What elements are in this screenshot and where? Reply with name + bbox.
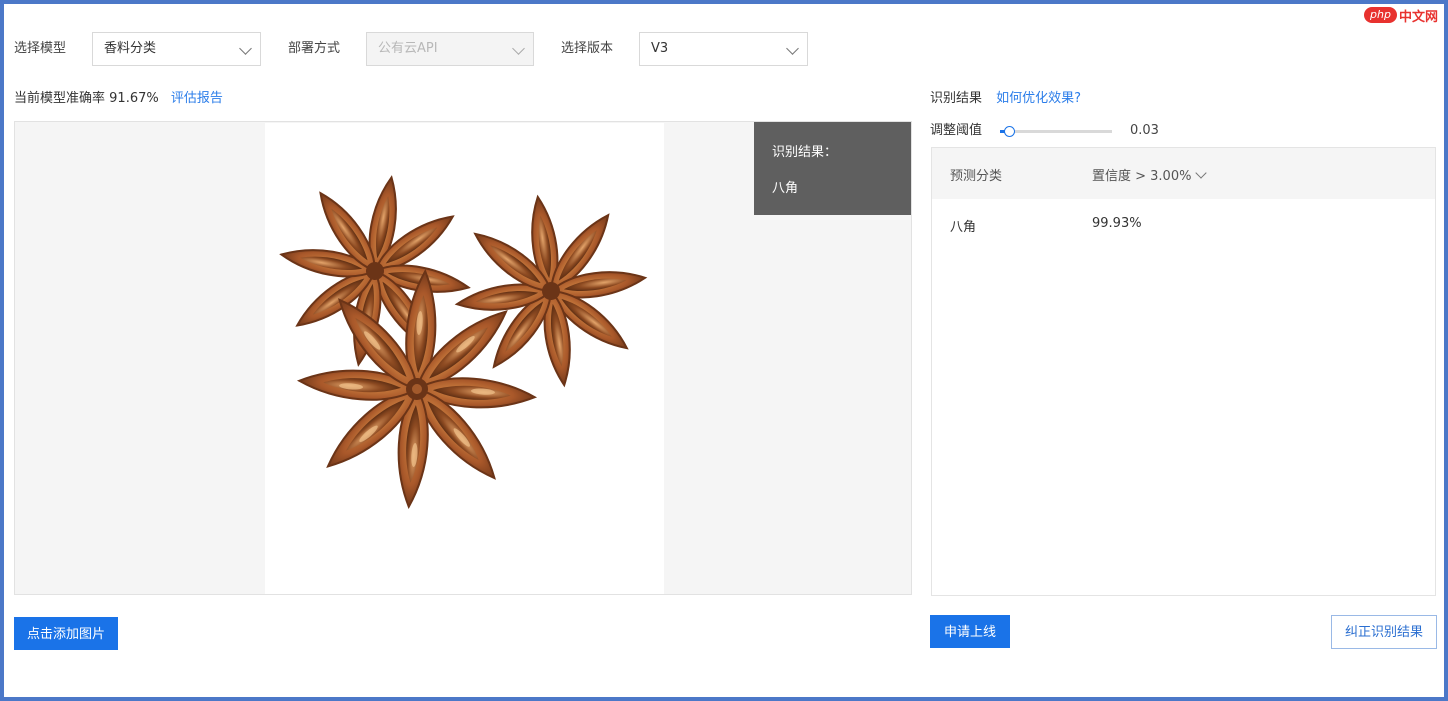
model-select-label: 选择模型	[14, 41, 67, 56]
chevron-down-icon	[512, 42, 525, 55]
watermark-logo: php	[1364, 7, 1397, 23]
overlay-result: 八角	[772, 181, 799, 196]
app-frame: php 中文网 选择模型 香料分类 部署方式 公有云API 选择版本 V3 当前…	[0, 0, 1448, 701]
apply-online-button[interactable]: 申请上线	[930, 615, 1010, 648]
site-watermark: php 中文网	[1364, 6, 1438, 25]
results-table: 预测分类 置信度 > 3.00% 八角 99.93%	[931, 147, 1436, 596]
optimize-help-link[interactable]: 如何优化效果?	[996, 91, 1081, 106]
column-header-class: 预测分类	[950, 169, 1003, 184]
overlay-title: 识别结果：	[772, 145, 838, 160]
deploy-select-label: 部署方式	[288, 41, 341, 56]
accuracy-value: 91.67%	[109, 91, 159, 106]
version-select-value: V3	[651, 41, 669, 56]
correct-result-button[interactable]: 纠正识别结果	[1331, 615, 1437, 649]
results-title: 识别结果	[930, 91, 983, 106]
threshold-label: 调整阈值	[930, 123, 983, 138]
threshold-value: 0.03	[1130, 123, 1159, 138]
accuracy-line: 当前模型准确率 91.67% 评估报告	[14, 90, 223, 108]
model-select[interactable]: 香料分类	[92, 32, 261, 66]
deploy-select-value: 公有云API	[378, 41, 438, 56]
watermark-text: 中文网	[1398, 9, 1438, 25]
threshold-slider[interactable]	[1000, 126, 1112, 137]
evaluation-report-link[interactable]: 评估报告	[171, 91, 223, 106]
chevron-down-icon	[1195, 167, 1208, 179]
accuracy-label: 当前模型准确率	[14, 91, 106, 106]
model-select-value: 香料分类	[104, 41, 157, 56]
results-table-header: 预测分类 置信度 > 3.00%	[932, 148, 1435, 199]
deploy-select: 公有云API	[366, 32, 534, 66]
result-class: 八角	[950, 220, 977, 235]
image-preview-area: 识别结果： 八角	[14, 121, 912, 595]
result-confidence: 99.93%	[1092, 216, 1142, 231]
confidence-filter-label: 置信度 > 3.00%	[1092, 169, 1192, 184]
version-select-label: 选择版本	[561, 41, 614, 56]
chevron-down-icon	[239, 42, 252, 55]
results-header: 识别结果 如何优化效果?	[930, 90, 1081, 108]
threshold-slider-handle[interactable]	[1004, 126, 1015, 137]
preview-photo	[265, 123, 664, 594]
star-anise-image	[278, 174, 648, 509]
chevron-down-icon	[786, 42, 799, 55]
version-select[interactable]: V3	[639, 32, 808, 66]
column-header-confidence[interactable]: 置信度 > 3.00%	[1092, 165, 1208, 184]
recognition-overlay: 识别结果： 八角	[754, 122, 911, 215]
add-image-button[interactable]: 点击添加图片	[14, 617, 118, 650]
table-row: 八角 99.93%	[932, 199, 1435, 249]
